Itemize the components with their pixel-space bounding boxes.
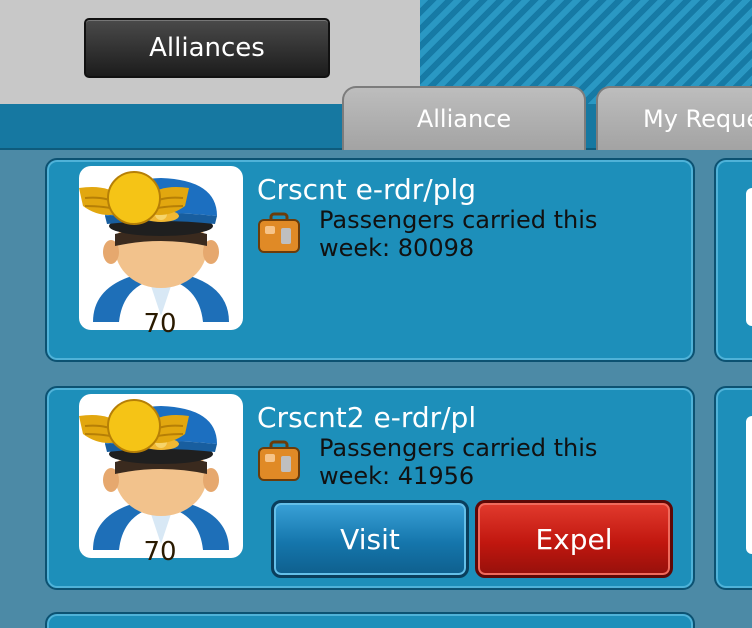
- passengers-stat: Passengers carried this week: 80098: [319, 206, 598, 262]
- level-number: 70: [143, 309, 177, 339]
- suitcase-icon: [258, 212, 300, 253]
- tab-my-requests[interactable]: My Reque: [596, 86, 752, 150]
- avatar-partial: [746, 188, 752, 326]
- avatar: 70: [79, 394, 243, 567]
- passengers-stat: Passengers carried this week: 41956: [319, 434, 598, 490]
- player-name: Crscnt2 e-rdr/pl: [257, 401, 477, 434]
- level-wings-icon: [79, 399, 189, 453]
- suitcase-icon: [258, 440, 300, 481]
- tab-alliance[interactable]: Alliance: [342, 86, 586, 150]
- alliances-button[interactable]: Alliances: [84, 18, 330, 78]
- avatar: 70: [79, 166, 243, 339]
- member-card-partial: [45, 612, 695, 628]
- level-number: 70: [143, 537, 177, 567]
- member-card: 70 Crscnt2 e-rdr/pl Passengers carried t…: [45, 386, 695, 590]
- avatar-partial: [746, 416, 752, 554]
- expel-button[interactable]: Expel: [475, 500, 673, 578]
- member-card-partial: [714, 158, 752, 362]
- alliances-screen: Alliances Alliance My Reque 70 Crscnt e-…: [0, 0, 752, 628]
- player-name: Crscnt e-rdr/plg: [257, 173, 477, 206]
- visit-button[interactable]: Visit: [271, 500, 469, 578]
- member-card-partial: [714, 386, 752, 590]
- level-wings-icon: [79, 171, 189, 225]
- member-card: 70 Crscnt e-rdr/plg Passengers carried t…: [45, 158, 695, 362]
